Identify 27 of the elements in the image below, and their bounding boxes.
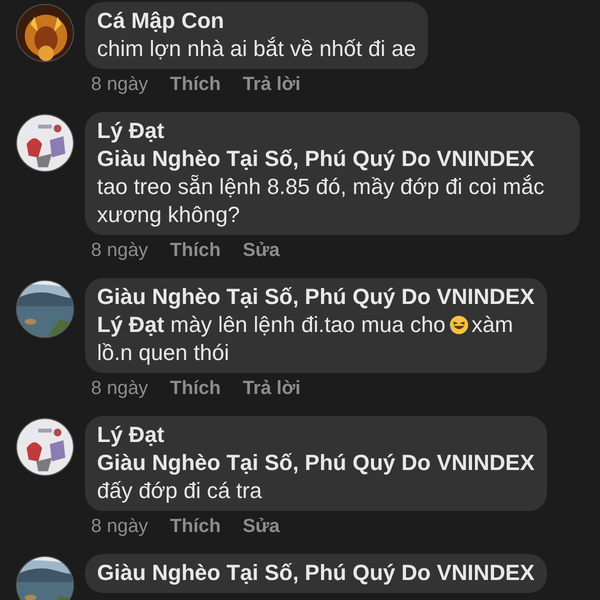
comment-text: đấy đớp đi cá tra — [97, 478, 262, 503]
comment-time: 8 ngày — [91, 74, 148, 96]
action-link[interactable]: Sửa — [242, 516, 280, 538]
action-link[interactable]: Trả lời — [242, 74, 301, 96]
action-link[interactable]: Trả lời — [242, 378, 301, 400]
comment-time: 8 ngày — [91, 516, 148, 538]
author-name[interactable]: Cá Mập Con — [97, 7, 224, 35]
comment-text: mày lên lệnh đi.tao mua cho — [170, 312, 446, 337]
action-link[interactable]: Thích — [170, 74, 221, 96]
action-link[interactable]: Thích — [170, 516, 221, 538]
author-name[interactable]: Lý Đạt — [97, 421, 164, 449]
action-link[interactable]: Thích — [170, 240, 221, 262]
mention-link[interactable]: Lý Đạt — [97, 312, 164, 337]
action-link[interactable]: Sửa — [242, 240, 280, 262]
comment-time: 8 ngày — [91, 378, 148, 400]
author-name[interactable]: Giàu Nghèo Tại Số, Phú Quý Do VNINDEX — [97, 559, 535, 587]
author-name[interactable]: Lý Đạt — [97, 117, 164, 145]
laughing-emoji-icon — [448, 314, 470, 336]
author-name[interactable]: Giàu Nghèo Tại Số, Phú Quý Do VNINDEX — [97, 283, 535, 311]
comment-text: tao treo sẵn lệnh 8.85 đó, mầy đớp đi coi mắc xương không? — [97, 174, 544, 227]
comment-text: xàm — [472, 312, 514, 337]
comment-text: lồ.n quen thói — [97, 340, 230, 365]
action-link[interactable]: Thích — [170, 378, 221, 400]
comment-time: 8 ngày — [91, 240, 148, 262]
comment-text: chim lợn nhà ai bắt về nhốt đi ae — [97, 36, 416, 61]
mention-link[interactable]: Giàu Nghèo Tại Số, Phú Quý Do VNINDEX — [97, 450, 535, 475]
mention-link[interactable]: Giàu Nghèo Tại Số, Phú Quý Do VNINDEX — [97, 146, 535, 171]
